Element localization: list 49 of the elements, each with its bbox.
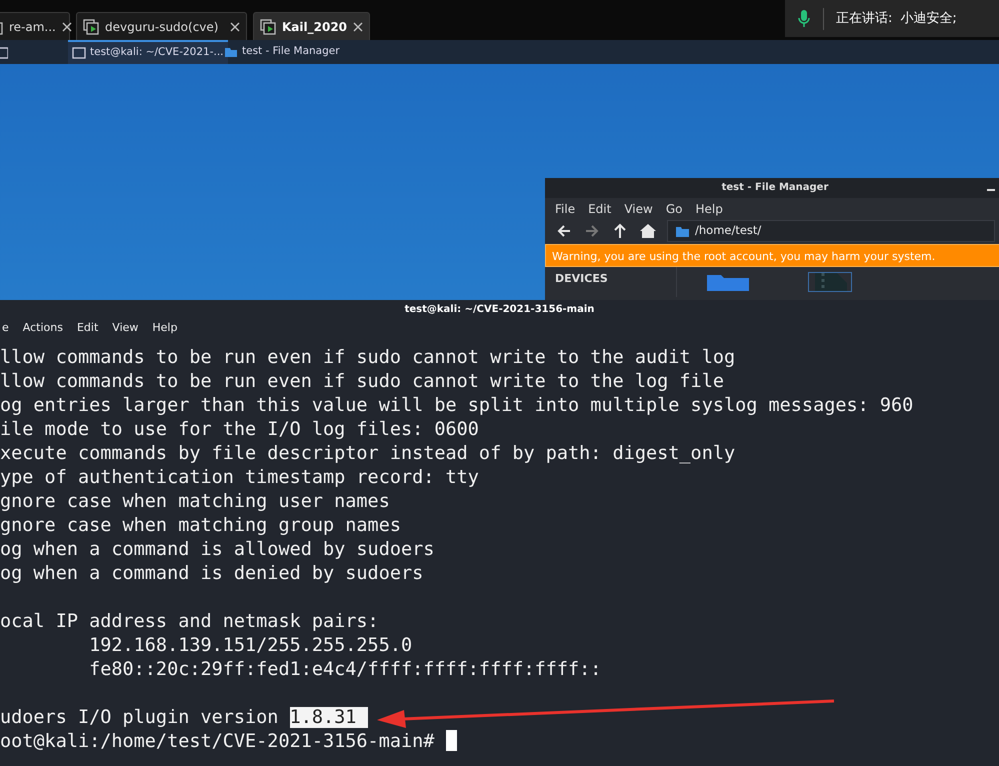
microphone-icon <box>797 8 811 28</box>
menu-item[interactable]: View <box>112 320 138 340</box>
folder-icon <box>224 45 238 59</box>
close-icon[interactable] <box>353 22 364 32</box>
vm-icon <box>83 18 99 34</box>
vm-icon <box>260 18 276 34</box>
close-icon[interactable] <box>230 22 240 32</box>
terminal-line: gnore case when matching user names <box>0 491 390 512</box>
menu-item[interactable]: File <box>555 200 576 216</box>
vm-tab[interactable]: re-am... <box>0 12 70 40</box>
folder-icon <box>676 226 689 236</box>
terminal-line: xecute commands by file descriptor instead of by path: digest_only <box>0 443 736 464</box>
terminal-line: gnore case when matching group names <box>0 515 401 536</box>
terminal-icon <box>72 46 86 60</box>
terminal-line: ype of authentication timestamp record: tty <box>0 467 479 488</box>
terminal-line: ocal IP address and netmask pairs: <box>0 611 379 632</box>
menu-item[interactable]: Edit <box>588 200 612 216</box>
speaker-name: 小迪安全; <box>900 10 957 28</box>
menu-item[interactable]: View <box>624 200 653 216</box>
terminal-line: og when a command is denied by sudoers <box>0 563 424 584</box>
terminal-prompt: oot@kali:/home/test/CVE-2021-3156-main# <box>0 731 436 752</box>
terminal-line: udoers I/O plugin version <box>0 707 280 728</box>
vm-tab[interactable]: devguru-sudo(cve) <box>76 12 247 40</box>
speaking-label: 正在讲话: <box>836 10 892 28</box>
window-title: test@kali: ~/CVE-2021-3156-main <box>404 304 594 315</box>
cursor <box>446 730 457 751</box>
window-title: test - File Manager <box>722 182 828 193</box>
terminal-line: ile mode to use for the I/O log files: 0600 <box>0 419 479 440</box>
terminal-line: og when a command is allowed by sudoers <box>0 539 434 560</box>
menu-item[interactable]: e <box>2 320 9 340</box>
vm-tab[interactable]: Kail_2020 <box>253 12 370 40</box>
close-icon[interactable] <box>62 22 72 32</box>
sidebar-header: DEVICES <box>555 272 608 285</box>
terminal-line: 192.168.139.151/255.255.255.0 <box>88 635 412 656</box>
selected-text: 1.8.31 <box>290 707 368 728</box>
terminal-line: llow commands to be run even if sudo cannot write to the log file <box>0 371 724 392</box>
terminal-line: og entries larger than this value will be split into multiple syslog messages: 960 <box>0 395 914 416</box>
menu-item[interactable]: Edit <box>76 320 98 340</box>
address-field[interactable]: /home/test/ <box>667 220 995 242</box>
terminal-line: fe80::20c:29ff:fed1:e4c4/ffff:ffff:ffff:ffff:: <box>88 659 602 680</box>
folder-icon[interactable] <box>707 273 749 291</box>
taskbar-item[interactable]: test@kali: ~/CVE-2021-... <box>68 40 228 64</box>
menu-item[interactable]: Go <box>666 200 682 216</box>
menu-item[interactable]: Actions <box>22 320 63 340</box>
menu-item[interactable]: Help <box>695 200 723 216</box>
home-icon[interactable] <box>639 222 657 240</box>
warning-banner: Warning, you are using the root account, you may harm your system. <box>545 244 999 267</box>
terminal-line: llow commands to be run even if sudo cannot write to the audit log <box>0 347 736 368</box>
menu-item[interactable]: Help <box>152 320 178 340</box>
